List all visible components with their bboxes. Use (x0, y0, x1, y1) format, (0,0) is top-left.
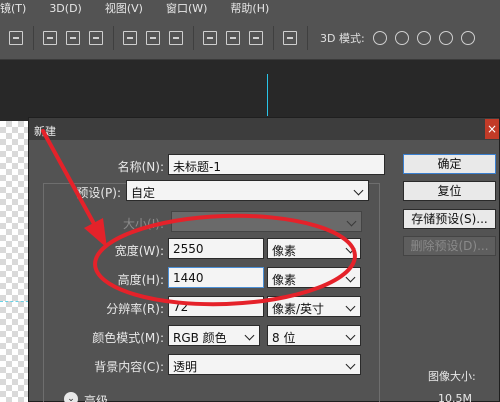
pan-3d-icon[interactable] (416, 30, 431, 45)
width-label: 宽度(W): (114, 244, 164, 258)
image-size-value: 10.5M (438, 392, 472, 402)
separator (273, 25, 274, 50)
align-left-icon[interactable] (9, 30, 23, 45)
align-hcenter-icon[interactable] (146, 30, 160, 45)
background-label: 背景内容(C): (94, 360, 164, 374)
options-bar: 3D 模式: (0, 16, 500, 60)
separator (113, 25, 114, 50)
width-field[interactable]: 2550 (168, 238, 264, 259)
ok-button[interactable]: 确定 (403, 154, 496, 174)
resolution-field[interactable]: 72 (168, 296, 264, 317)
scale-3d-icon[interactable] (460, 30, 475, 45)
distribute-right-icon[interactable] (249, 30, 263, 45)
3d-mode-label: 3D 模式: (320, 31, 365, 45)
height-label: 高度(H): (117, 273, 164, 287)
delete-preset-button: 删除预设(D)... (403, 236, 496, 256)
background-select[interactable]: 透明 (168, 354, 361, 375)
document-area (0, 61, 500, 121)
distribute-center-icon[interactable] (226, 30, 240, 45)
roll-3d-icon[interactable] (394, 30, 409, 45)
chevron-down-icon (345, 301, 356, 312)
preset-value: 自定 (131, 186, 156, 200)
bit-depth-select[interactable]: 8 位 (267, 325, 361, 346)
orbit-3d-icon[interactable] (372, 30, 387, 45)
save-preset-button[interactable]: 存储预设(S)... (403, 209, 496, 229)
close-button[interactable]: × (485, 119, 499, 139)
align-bottom-icon[interactable] (89, 30, 103, 45)
preset-select[interactable]: 自定 (126, 180, 369, 201)
align-vcenter-icon[interactable] (66, 30, 80, 45)
separator (307, 25, 308, 50)
distribute-left-icon[interactable] (203, 30, 217, 45)
align-hright-icon[interactable] (169, 30, 183, 45)
chevron-down-icon (345, 243, 356, 254)
name-label: 名称(N): (117, 160, 164, 174)
chevron-down-icon (345, 359, 356, 370)
resolution-label: 分辨率(R): (106, 302, 164, 316)
chevron-down-icon (346, 216, 357, 227)
menu-help[interactable]: 帮助(H) (230, 0, 269, 16)
resolution-unit-select[interactable]: 像素/英寸 (267, 296, 361, 317)
name-field[interactable]: 未标题-1 (168, 154, 385, 175)
color-mode-value: RGB 颜色 (173, 331, 227, 345)
guide-line (267, 74, 268, 116)
advanced-toggle-icon[interactable]: ⌄ (64, 392, 78, 402)
image-size-label: 图像大小: (428, 370, 476, 383)
width-unit-select[interactable]: 像素 (267, 238, 361, 259)
menu-3d[interactable]: 3D(D) (49, 2, 82, 15)
chevron-down-icon (345, 330, 356, 341)
color-mode-label: 颜色模式(M): (92, 331, 164, 345)
dialog-title: 新建 (29, 118, 499, 140)
resolution-unit-value: 像素/英寸 (272, 302, 325, 316)
chevron-down-icon (244, 330, 255, 341)
menu-filter[interactable]: 镜(T) (0, 0, 26, 16)
height-unit-select[interactable]: 像素 (267, 267, 361, 288)
chevron-down-icon (345, 272, 356, 283)
width-unit-value: 像素 (272, 244, 297, 258)
align-hleft-icon[interactable] (123, 30, 137, 45)
align-top-icon[interactable] (43, 30, 57, 45)
menu-bar: 镜(T) 3D(D) 视图(V) 窗口(W) 帮助(H) (0, 0, 500, 16)
separator (33, 25, 34, 50)
size-select (171, 211, 362, 232)
height-unit-value: 像素 (272, 273, 297, 287)
preset-label: 预设(P): (76, 186, 121, 200)
menu-window[interactable]: 窗口(W) (166, 0, 207, 16)
separator (193, 25, 194, 50)
auto-align-icon[interactable] (283, 30, 297, 45)
background-value: 透明 (173, 360, 198, 374)
chevron-down-icon (353, 185, 364, 196)
new-document-dialog: 新建 × 名称(N): 未标题-1 预设(P): 自定 大小(I): 宽度(W)… (28, 117, 500, 402)
color-mode-select[interactable]: RGB 颜色 (168, 325, 260, 346)
height-field[interactable]: 1440 (168, 267, 264, 288)
bit-depth-value: 8 位 (272, 331, 296, 345)
menu-view[interactable]: 视图(V) (105, 0, 143, 16)
advanced-label[interactable]: 高级 (84, 392, 108, 402)
size-label: 大小(I): (123, 217, 164, 231)
reset-button[interactable]: 复位 (403, 181, 496, 201)
slide-3d-icon[interactable] (438, 30, 453, 45)
